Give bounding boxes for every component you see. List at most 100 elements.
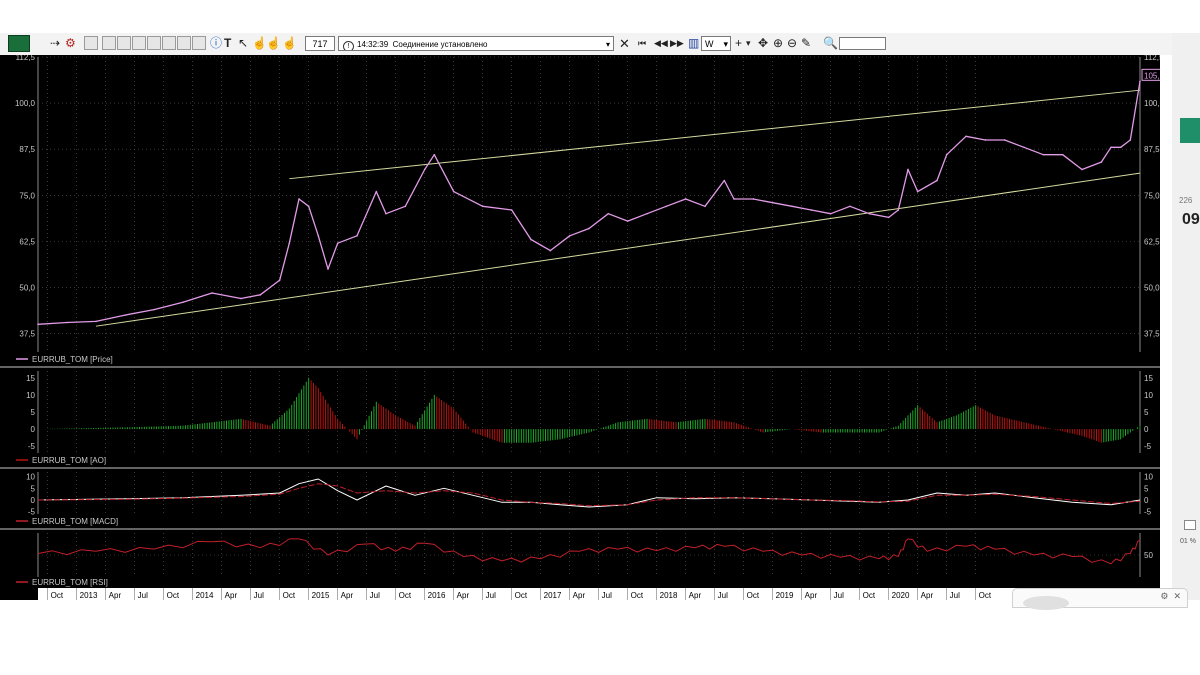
x-tick-label: Apr	[921, 591, 934, 600]
price-point	[423, 168, 426, 171]
price-point	[965, 135, 967, 138]
price-point	[733, 198, 735, 200]
chart-icon[interactable]	[117, 36, 131, 50]
x-tick-label: Apr	[341, 591, 354, 600]
y-tick-label-right: -5	[1144, 442, 1152, 451]
x-tick-label: 2013	[80, 591, 98, 600]
zoom-out-icon[interactable]: ⊖	[787, 35, 797, 52]
list-icon[interactable]	[132, 36, 146, 50]
y-tick-label-left: 15	[26, 374, 35, 383]
price-point	[259, 294, 262, 296]
price-point	[1003, 139, 1006, 141]
y-tick-label-left: 62,5	[19, 237, 35, 246]
y-tick-label-right: 0	[1144, 425, 1149, 434]
price-point	[240, 297, 242, 300]
price-point	[607, 212, 610, 215]
side-text-3: 01 %	[1180, 538, 1196, 545]
chart-canvas[interactable]: 112,5 112,5 100,0 100,0 87,5 87,5 75,0 75,0 62,5…	[0, 52, 1187, 600]
y-tick-label-right: 5	[1144, 408, 1149, 417]
first-page-icon[interactable]: ⏮	[638, 35, 646, 52]
info-icon[interactable]: ⓘ	[210, 35, 222, 52]
y-tick-label-right: 50	[1144, 551, 1153, 560]
price-line	[37, 81, 1141, 325]
price-point	[936, 179, 938, 182]
notification-popup[interactable]: ⚙ ✕	[1012, 588, 1188, 610]
price-point	[887, 216, 890, 219]
price-point	[385, 212, 387, 215]
price-point	[1081, 168, 1083, 171]
prev-icon[interactable]: ◀◀	[654, 35, 668, 52]
price-point	[298, 198, 300, 200]
x-tick-label: Oct	[399, 591, 412, 600]
y-tick-label-left: 0	[31, 425, 36, 434]
y-tick-label-left: 5	[31, 408, 36, 417]
x-tick-label: Oct	[747, 591, 760, 600]
price-point	[124, 314, 126, 316]
y-tick-label-right: 10	[1144, 473, 1153, 482]
period-select[interactable]: W ▾	[701, 36, 731, 51]
hand-icon[interactable]: ☝	[252, 35, 267, 52]
counter-field[interactable]: 717	[305, 36, 335, 51]
new-order-icon[interactable]: ⇢	[50, 35, 60, 52]
y-tick-label-left: 75,0	[19, 191, 35, 200]
price-point	[945, 153, 948, 156]
chevron-down-icon: ▾	[723, 39, 728, 49]
settings-icon[interactable]: ⚙	[65, 35, 76, 52]
price-point	[37, 323, 39, 326]
hand-icon[interactable]: ☝	[282, 35, 297, 52]
price-point	[1110, 146, 1112, 149]
trendline-lower	[95, 172, 1141, 327]
close-icon[interactable]: ✕	[619, 35, 630, 52]
price-point	[907, 168, 909, 171]
x-tick-label: 2018	[660, 591, 678, 600]
y-tick-label-left: 5	[31, 484, 36, 493]
crosshair-icon[interactable]: ✥	[758, 35, 768, 52]
hand-icon[interactable]: ☝	[266, 35, 281, 52]
y-tick-label-left: 10	[26, 391, 35, 400]
legend-label: EURRUB_TOM [AO]	[32, 456, 106, 465]
plus-icon[interactable]: +	[735, 35, 742, 52]
bar-chart-icon[interactable]: ▥	[688, 35, 699, 52]
price-point	[1139, 80, 1141, 83]
price-point	[568, 235, 571, 237]
price-point	[723, 179, 726, 182]
window-icon[interactable]	[84, 36, 98, 50]
price-point	[452, 190, 455, 193]
text-tool-icon[interactable]: T	[224, 35, 231, 52]
y-tick-label-left: 0	[31, 496, 36, 505]
window-icon[interactable]	[162, 36, 176, 50]
logo-icon[interactable]	[8, 35, 30, 52]
x-tick-label: Oct	[515, 591, 528, 600]
price-point	[327, 268, 329, 270]
search-input[interactable]	[839, 37, 886, 50]
x-tick-label: Oct	[631, 591, 644, 600]
price-point	[1100, 161, 1103, 163]
price-point	[66, 321, 68, 324]
popup-controls[interactable]: ⚙ ✕	[1160, 591, 1181, 602]
price-point	[626, 220, 629, 222]
price-point	[646, 212, 648, 215]
cursor-icon[interactable]: ↖	[238, 35, 248, 52]
window-icon[interactable]	[177, 36, 191, 50]
legend-label: EURRUB_TOM [MACD]	[32, 517, 118, 526]
chevron-down-icon[interactable]: ▾	[746, 35, 751, 52]
grid-icon[interactable]	[147, 36, 161, 50]
x-tick-label: 2020	[892, 591, 910, 600]
window-icon[interactable]	[192, 36, 206, 50]
x-tick-label: 2016	[428, 591, 446, 600]
status-select[interactable]: ! 14:32:39 Соединение установлено ▾	[338, 36, 614, 51]
price-point	[95, 320, 97, 323]
price-point	[336, 242, 339, 245]
price-point	[481, 205, 484, 208]
y-tick-label-left: -5	[28, 442, 36, 451]
table-icon[interactable]	[102, 36, 116, 50]
next-icon[interactable]: ▶▶	[670, 35, 684, 52]
price-point	[752, 198, 755, 200]
ruler-icon[interactable]: ✎	[801, 35, 811, 52]
zoom-in-icon[interactable]: ⊕	[773, 35, 783, 52]
chevron-down-icon: ▾	[605, 40, 610, 49]
search-icon[interactable]: 🔍	[823, 35, 838, 52]
side-text-1: 226	[1179, 196, 1193, 205]
price-point	[530, 238, 532, 241]
side-text-2: 09	[1182, 211, 1200, 228]
